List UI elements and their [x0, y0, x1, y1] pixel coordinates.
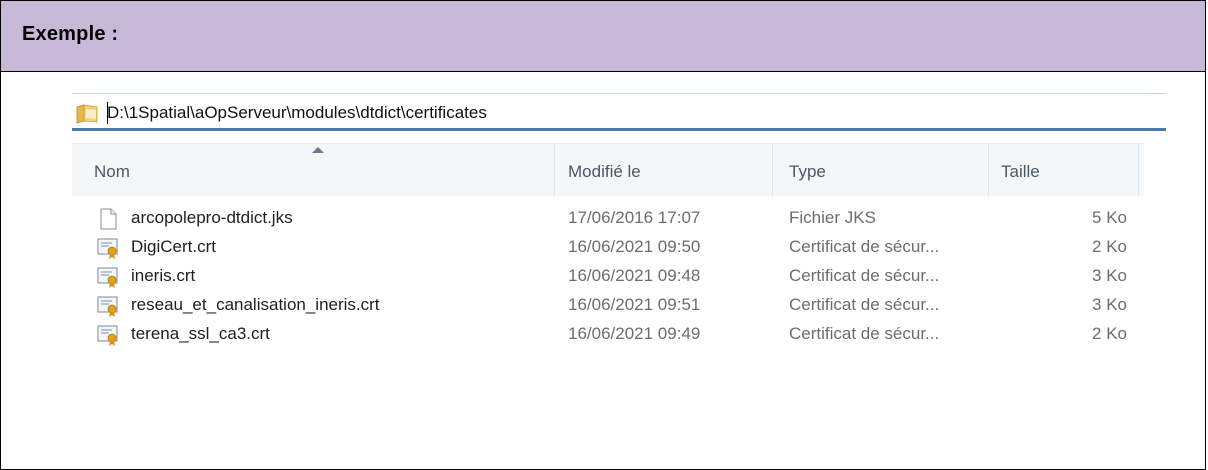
- file-size: 3 Ko: [1092, 295, 1127, 314]
- certificate-icon: [96, 265, 120, 289]
- column-header-type[interactable]: Type: [789, 162, 826, 182]
- file-name: DigiCert.crt: [131, 237, 217, 256]
- column-divider[interactable]: [1138, 144, 1139, 197]
- file-name: terena_ssl_ca3.crt: [131, 324, 270, 343]
- file-type: Certificat de sécur...: [789, 266, 940, 285]
- column-header-row: Nom Modifié le Type Taille: [72, 143, 1144, 197]
- column-divider[interactable]: [988, 144, 989, 197]
- file-size: 2 Ko: [1092, 324, 1127, 343]
- column-header-modified[interactable]: Modifié le: [568, 162, 641, 182]
- header-title: Exemple :: [22, 23, 119, 45]
- column-divider[interactable]: [772, 144, 773, 197]
- address-path[interactable]: D:\1Spatial\aOpServeur\modules\dtdict\ce…: [107, 103, 487, 123]
- address-bar[interactable]: D:\1Spatial\aOpServeur\modules\dtdict\ce…: [72, 93, 1166, 131]
- file-name: ineris.crt: [131, 266, 196, 285]
- example-header: Exemple :: [1, 1, 1205, 72]
- file-modified: 17/06/2016 17:07: [568, 208, 701, 227]
- file-type: Fichier JKS: [789, 208, 876, 227]
- certificate-icon: [96, 236, 120, 260]
- folder-icon: [76, 104, 98, 124]
- file-row[interactable]: ineris.crt 16/06/2021 09:48 Certificat de …: [72, 263, 1144, 292]
- file-modified: 16/06/2021 09:49: [568, 324, 701, 343]
- file-type: Certificat de sécur...: [789, 295, 940, 314]
- certificate-icon: [96, 323, 120, 347]
- file-row[interactable]: reseau_et_canalisation_ineris.crt 16/06/2…: [72, 292, 1144, 321]
- blank-file-icon: [96, 207, 120, 231]
- file-size: 3 Ko: [1092, 266, 1127, 285]
- file-row[interactable]: arcopolepro-dtdict.jks 17/06/2016 17:07 Fi…: [72, 205, 1144, 234]
- certificate-icon: [96, 294, 120, 318]
- file-size: 5 Ko: [1092, 208, 1127, 227]
- file-modified: 16/06/2021 09:51: [568, 295, 701, 314]
- sort-ascending-icon: [312, 147, 324, 153]
- file-row[interactable]: DigiCert.crt 16/06/2021 09:50 Certificat d…: [72, 234, 1144, 263]
- file-modified: 16/06/2021 09:48: [568, 266, 701, 285]
- file-size: 2 Ko: [1092, 237, 1127, 256]
- file-modified: 16/06/2021 09:50: [568, 237, 701, 256]
- file-row[interactable]: terena_ssl_ca3.crt 16/06/2021 09:49 Certif…: [72, 321, 1144, 350]
- column-divider[interactable]: [554, 144, 555, 197]
- file-name: reseau_et_canalisation_ineris.crt: [131, 295, 380, 314]
- file-type: Certificat de sécur...: [789, 237, 940, 256]
- column-header-name[interactable]: Nom: [94, 162, 130, 182]
- file-name: arcopolepro-dtdict.jks: [131, 208, 293, 227]
- column-header-size[interactable]: Taille: [1001, 162, 1040, 182]
- file-type: Certificat de sécur...: [789, 324, 940, 343]
